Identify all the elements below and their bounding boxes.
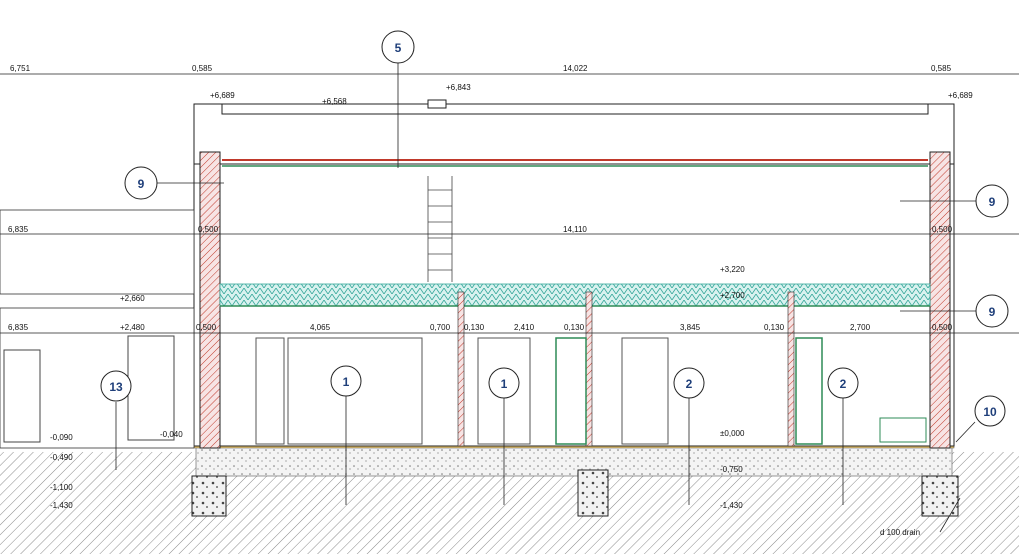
tag-5: 5 xyxy=(381,30,415,64)
lower-dim-10: 2,700 xyxy=(850,323,871,332)
wall-right xyxy=(929,151,951,449)
drain-label: d 100 drain xyxy=(880,528,920,537)
lower-dim-4: 0,700 xyxy=(430,323,451,332)
annex-roof xyxy=(0,209,195,295)
section-drawing: 6,751 0,585 14,022 0,585 6,835 0,500 14,… xyxy=(0,0,1019,554)
wall-left xyxy=(199,151,221,449)
lower-dim-1: 6,835 xyxy=(8,323,29,332)
tag-2b-label: 2 xyxy=(840,377,847,391)
tag-2b: 2 xyxy=(827,367,859,399)
lower-dim-5: 0,130 xyxy=(464,323,485,332)
tag-2a: 2 xyxy=(673,367,705,399)
level-ground-floor: ±0,000 xyxy=(720,429,745,438)
upper-dim-4: 0,500 xyxy=(932,225,953,234)
top-dim-2: 0,585 xyxy=(192,64,213,73)
lower-dim-8: 3,845 xyxy=(680,323,701,332)
tag-1b: 1 xyxy=(488,367,520,399)
partition-3 xyxy=(787,291,795,447)
level-ridge: +6,843 xyxy=(446,83,471,92)
roof-vent xyxy=(427,99,447,109)
bed xyxy=(879,417,927,443)
level-left-040: -0,040 xyxy=(160,430,183,439)
partition-1 xyxy=(457,291,465,447)
top-dim-1: 6,751 xyxy=(10,64,31,73)
door-2 xyxy=(555,337,587,445)
tag-1b-label: 1 xyxy=(501,377,508,391)
tag-13-label: 13 xyxy=(109,380,123,394)
lower-dim-11: 0,500 xyxy=(932,323,953,332)
top-dim-3: 14,022 xyxy=(563,64,588,73)
tag-9c-label: 9 xyxy=(989,305,996,319)
tag-9a-label: 9 xyxy=(138,177,145,191)
level-footing: -1,430 xyxy=(720,501,743,510)
window-panel-1 xyxy=(255,337,285,445)
upper-dim-2: 0,500 xyxy=(198,225,219,234)
level-left-1100: -1,100 xyxy=(50,483,73,492)
tag-2a-label: 2 xyxy=(686,377,693,391)
section-svg: 6,751 0,585 14,022 0,585 6,835 0,500 14,… xyxy=(0,30,1019,554)
level-left-490: -0,490 xyxy=(50,453,73,462)
level-left-1430: -1,430 xyxy=(50,501,73,510)
upper-dim-3: 14,110 xyxy=(563,225,587,234)
annex-door xyxy=(127,335,175,441)
floor-slab xyxy=(195,445,953,477)
lower-dim-9: 0,130 xyxy=(764,323,785,332)
annex-screen xyxy=(3,349,41,443)
upper-dim-1: 6,835 xyxy=(8,225,29,234)
lower-dim-7: 0,130 xyxy=(564,323,585,332)
level-left-parapet: +6,689 xyxy=(210,91,235,100)
tag-9b-label: 9 xyxy=(989,195,996,209)
level-annex-top: +2,660 xyxy=(120,294,145,303)
tag-13: 13 xyxy=(100,370,132,402)
level-floor-upper: +2,700 xyxy=(720,291,745,300)
tag-9a: 9 xyxy=(124,166,158,200)
lower-dim-3: 4,065 xyxy=(310,323,331,332)
tag-9b: 9 xyxy=(975,184,1009,218)
top-dim-4: 0,585 xyxy=(931,64,952,73)
level-roof-mid: +6,568 xyxy=(322,97,347,106)
level-right-parapet: +6,689 xyxy=(948,91,973,100)
footing-middle xyxy=(577,469,609,517)
footing-left xyxy=(191,475,227,517)
door-3 xyxy=(621,337,669,445)
tag-10-label: 10 xyxy=(983,405,997,419)
level-foundation: -0,750 xyxy=(720,465,743,474)
tag-10: 10 xyxy=(974,395,1006,427)
partition-2 xyxy=(585,291,593,447)
door-4 xyxy=(795,337,823,445)
lower-dim-2: 0,500 xyxy=(196,323,217,332)
tag-1a-label: 1 xyxy=(343,375,350,389)
lower-dim-6: 2,410 xyxy=(514,323,535,332)
level-ceiling: +3,220 xyxy=(720,265,745,274)
tag-1a: 1 xyxy=(330,365,362,397)
level-annex-eave: +2,480 xyxy=(120,323,145,332)
level-left-090: -0,090 xyxy=(50,433,73,442)
floor-insulation xyxy=(219,283,931,307)
tag-5-label: 5 xyxy=(395,41,402,55)
tag-9c: 9 xyxy=(975,294,1009,328)
